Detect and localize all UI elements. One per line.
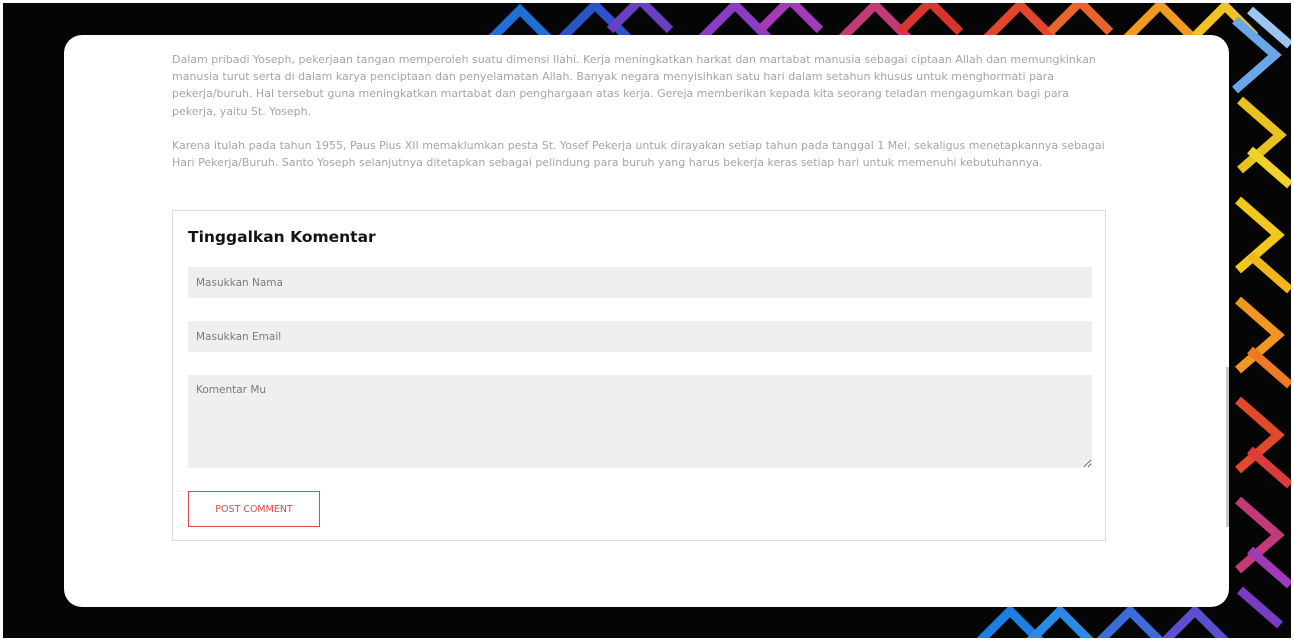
email-input[interactable] — [188, 321, 1092, 352]
article-body: Dalam pribadi Yoseph, pekerjaan tangan m… — [172, 51, 1108, 188]
post-comment-button[interactable]: POST COMMENT — [188, 491, 320, 527]
comment-form-title: Tinggalkan Komentar — [188, 228, 376, 246]
comment-form: Tinggalkan Komentar POST COMMENT — [172, 210, 1106, 541]
article-paragraph-1: Dalam pribadi Yoseph, pekerjaan tangan m… — [172, 53, 1096, 118]
article-paragraph-2: Karena itulah pada tahun 1955, Paus Pius… — [172, 138, 1105, 170]
content-card: Dalam pribadi Yoseph, pekerjaan tangan m… — [64, 35, 1229, 607]
name-input[interactable] — [188, 267, 1092, 298]
comment-textarea[interactable] — [188, 375, 1092, 468]
page-scrollbar[interactable] — [1226, 367, 1229, 527]
